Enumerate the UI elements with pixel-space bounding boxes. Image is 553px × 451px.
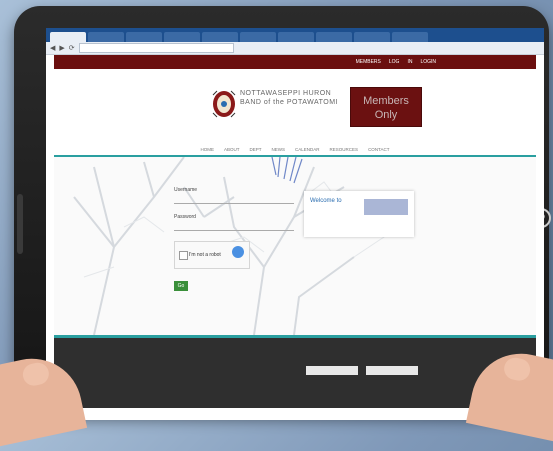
- recaptcha-checkbox[interactable]: [179, 251, 188, 260]
- browser-tab[interactable]: [240, 32, 276, 42]
- browser-tab[interactable]: [50, 32, 86, 42]
- back-icon[interactable]: ◀: [50, 44, 55, 52]
- username-input[interactable]: [174, 195, 294, 204]
- footer-select[interactable]: [366, 366, 418, 375]
- screen: ◀ ▶ ⟳ MEMBERS LOG IN LOGIN NOTTAWASEPPI …: [46, 28, 544, 420]
- browser-tab[interactable]: [202, 32, 238, 42]
- nav-item[interactable]: DEPT: [250, 147, 262, 152]
- browser-tab[interactable]: [354, 32, 390, 42]
- site-header: NOTTAWASEPPI HURON BAND of the POTAWATOM…: [54, 69, 536, 143]
- org-line-2: BAND of the POTAWATOMI: [240, 99, 338, 106]
- submit-row: Go: [174, 281, 294, 291]
- nav-item[interactable]: HOME: [201, 147, 215, 152]
- browser-tab[interactable]: [392, 32, 428, 42]
- login-button[interactable]: Go: [174, 281, 188, 291]
- topbar-link[interactable]: LOG: [389, 59, 400, 65]
- password-input[interactable]: [174, 222, 294, 231]
- password-label: Password: [174, 214, 196, 220]
- info-card: Welcome to: [304, 191, 414, 237]
- forward-icon[interactable]: ▶: [59, 44, 64, 52]
- browser-tab[interactable]: [278, 32, 314, 42]
- tree-background: [73, 157, 395, 335]
- browser-toolbar: ◀ ▶ ⟳: [46, 42, 544, 55]
- browser-tab[interactable]: [88, 32, 124, 42]
- nav-item[interactable]: ABOUT: [224, 147, 240, 152]
- right-thumb: [502, 355, 533, 383]
- tribal-seal-logo[interactable]: [210, 89, 238, 119]
- nav-item[interactable]: RESOURCES: [330, 147, 359, 152]
- recaptcha-widget: I'm not a robot: [174, 241, 250, 269]
- topbar-link[interactable]: LOGIN: [420, 59, 436, 65]
- site-topbar: MEMBERS LOG IN LOGIN: [54, 55, 536, 69]
- main-nav: HOME ABOUT DEPT NEWS CALENDAR RESOURCES …: [54, 143, 536, 157]
- username-label-text: Username: [174, 187, 198, 193]
- login-form: Username Password I'm not a robot Go: [174, 187, 294, 291]
- side-button: [17, 194, 23, 254]
- card-title: Welcome to: [310, 198, 342, 204]
- nav-item[interactable]: NEWS: [272, 147, 286, 152]
- browser-tabstrip: [46, 28, 544, 42]
- members-line-2: Only: [374, 109, 398, 121]
- topbar-link[interactable]: IN: [407, 59, 412, 65]
- browser-tab[interactable]: [126, 32, 162, 42]
- recaptcha-icon: [232, 246, 244, 258]
- address-bar[interactable]: [78, 43, 234, 53]
- username-label: Username: [174, 187, 294, 193]
- recaptcha-label: I'm not a robot: [189, 252, 221, 258]
- nav-item[interactable]: CONTACT: [368, 147, 389, 152]
- topbar-link[interactable]: MEMBERS: [356, 59, 381, 65]
- main-content: Username Password I'm not a robot Go Wel…: [54, 157, 536, 335]
- members-only-banner[interactable]: Members Only: [350, 87, 422, 127]
- org-name: NOTTAWASEPPI HURON BAND of the POTAWATOM…: [240, 89, 338, 109]
- browser-tab[interactable]: [316, 32, 352, 42]
- card-button[interactable]: [364, 199, 408, 215]
- tablet-frame: ⏻ ◀ ▶ ⟳ MEMBERS LOG IN LOGIN: [14, 6, 551, 420]
- browser-tab[interactable]: [164, 32, 200, 42]
- refresh-icon[interactable]: ⟳: [69, 44, 75, 52]
- left-thumb: [20, 360, 51, 388]
- members-line-1: Members: [363, 95, 409, 107]
- nav-item[interactable]: CALENDAR: [295, 147, 320, 152]
- org-line-1: NOTTAWASEPPI HURON: [240, 90, 332, 97]
- site-footer: [54, 338, 536, 408]
- footer-select[interactable]: [306, 366, 358, 375]
